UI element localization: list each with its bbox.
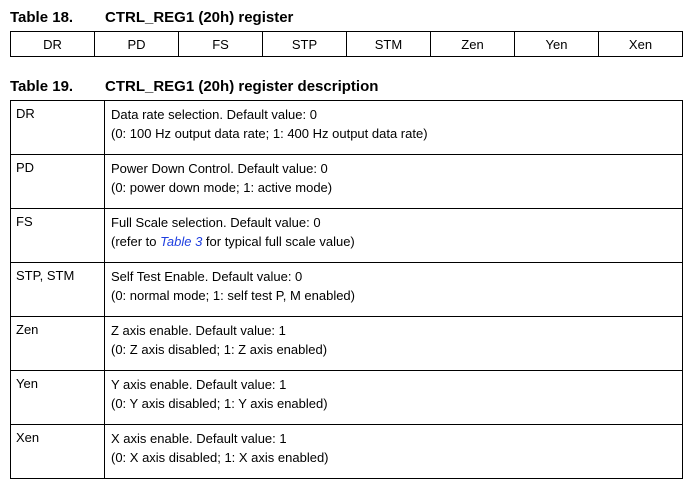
description-line: (0: Z axis disabled; 1: Z axis enabled) bbox=[111, 342, 328, 357]
table-18-caption: Table 18. CTRL_REG1 (20h) register bbox=[10, 9, 293, 27]
field-name: Zen bbox=[10, 316, 105, 371]
description-line: X axis enable. Default value: 1 bbox=[111, 431, 287, 446]
table-19-number: Table 19. bbox=[10, 78, 74, 95]
table-18-number: Table 18. bbox=[10, 9, 74, 26]
description-text: for typical full scale value) bbox=[202, 234, 355, 249]
table-row: STP, STM Self Test Enable. Default value… bbox=[10, 262, 683, 317]
register-bit-table: DR PD FS STP STM Zen Yen Xen bbox=[10, 31, 683, 57]
field-description: Full Scale selection. Default value: 0 (… bbox=[104, 208, 683, 263]
table-row: Yen Y axis enable. Default value: 1 (0: … bbox=[10, 370, 683, 425]
table-row: DR Data rate selection. Default value: 0… bbox=[10, 100, 683, 155]
field-description: Self Test Enable. Default value: 0 (0: n… bbox=[104, 262, 683, 317]
description-text: (refer to bbox=[111, 234, 161, 249]
field-name: PD bbox=[10, 154, 105, 209]
field-description: Power Down Control. Default value: 0 (0:… bbox=[104, 154, 683, 209]
bit-cell-stp: STP bbox=[262, 31, 347, 57]
table-row: Xen X axis enable. Default value: 1 (0: … bbox=[10, 424, 683, 479]
bit-cell-xen: Xen bbox=[598, 31, 683, 57]
bit-cell-pd: PD bbox=[94, 31, 179, 57]
description-line: (refer to Table 3 for typical full scale… bbox=[111, 232, 682, 251]
field-description: Z axis enable. Default value: 1 (0: Z ax… bbox=[104, 316, 683, 371]
bit-cell-dr: DR bbox=[10, 31, 95, 57]
description-line: Z axis enable. Default value: 1 bbox=[111, 323, 286, 338]
register-description-table: DR Data rate selection. Default value: 0… bbox=[10, 100, 683, 479]
table-18-title: CTRL_REG1 (20h) register bbox=[105, 9, 294, 26]
field-description: Data rate selection. Default value: 0 (0… bbox=[104, 100, 683, 155]
field-name: Yen bbox=[10, 370, 105, 425]
field-name: FS bbox=[10, 208, 105, 263]
description-line: Data rate selection. Default value: 0 bbox=[111, 107, 317, 122]
field-description: X axis enable. Default value: 1 (0: X ax… bbox=[104, 424, 683, 479]
table-row: FS Full Scale selection. Default value: … bbox=[10, 208, 683, 263]
table-19-caption: Table 19. CTRL_REG1 (20h) register descri… bbox=[10, 78, 378, 96]
description-line: Power Down Control. Default value: 0 bbox=[111, 161, 328, 176]
description-line: (0: Y axis disabled; 1: Y axis enabled) bbox=[111, 396, 328, 411]
description-line: (0: power down mode; 1: active mode) bbox=[111, 180, 333, 195]
description-line: Y axis enable. Default value: 1 bbox=[111, 377, 287, 392]
table-3-link[interactable]: Table 3 bbox=[160, 234, 202, 249]
table-19-title: CTRL_REG1 (20h) register description bbox=[105, 78, 379, 95]
table-row: PD Power Down Control. Default value: 0 … bbox=[10, 154, 683, 209]
bit-cell-yen: Yen bbox=[514, 31, 599, 57]
description-line: Self Test Enable. Default value: 0 bbox=[111, 269, 303, 284]
description-line: (0: X axis disabled; 1: X axis enabled) bbox=[111, 450, 329, 465]
field-description: Y axis enable. Default value: 1 (0: Y ax… bbox=[104, 370, 683, 425]
description-line: Full Scale selection. Default value: 0 bbox=[111, 215, 321, 230]
field-name: DR bbox=[10, 100, 105, 155]
field-name: Xen bbox=[10, 424, 105, 479]
register-bit-row: DR PD FS STP STM Zen Yen Xen bbox=[10, 31, 683, 57]
table-row: Zen Z axis enable. Default value: 1 (0: … bbox=[10, 316, 683, 371]
bit-cell-zen: Zen bbox=[430, 31, 515, 57]
bit-cell-stm: STM bbox=[346, 31, 431, 57]
bit-cell-fs: FS bbox=[178, 31, 263, 57]
field-name: STP, STM bbox=[10, 262, 105, 317]
description-line: (0: normal mode; 1: self test P, M enabl… bbox=[111, 288, 355, 303]
description-line: (0: 100 Hz output data rate; 1: 400 Hz o… bbox=[111, 126, 428, 141]
